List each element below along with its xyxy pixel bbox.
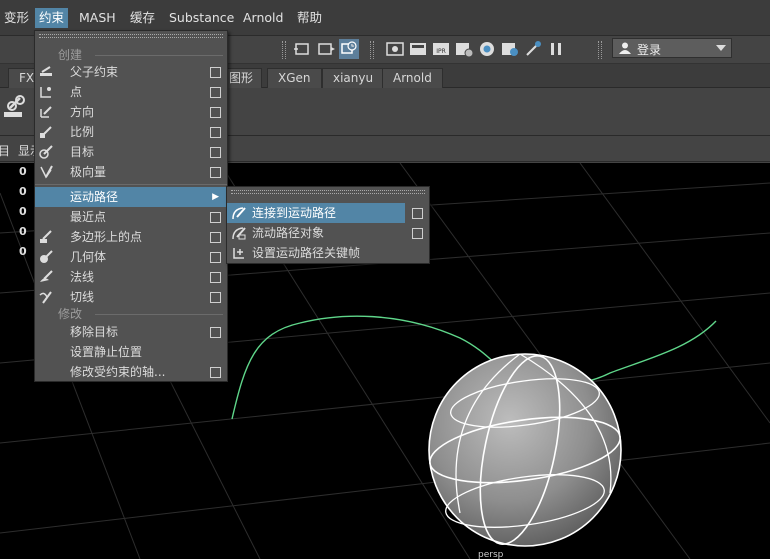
menu-item-attach-to-motion-path[interactable]: 连接到运动路径 — [227, 203, 405, 223]
normal-constraint-icon — [40, 270, 53, 282]
channel-value: 0 — [19, 225, 27, 238]
option-box[interactable] — [210, 127, 221, 138]
option-box[interactable] — [210, 252, 221, 263]
light-editor-icon[interactable] — [523, 39, 543, 59]
menu-item-aim-constraint[interactable]: 目标 — [35, 142, 227, 162]
menu-deform[interactable]: 变形 — [0, 8, 33, 28]
orient-constraint-icon — [40, 106, 52, 118]
option-box[interactable] — [210, 272, 221, 283]
menu-item-set-motion-path-key[interactable]: 设置运动路径关键帧 — [227, 243, 429, 263]
channel-value: 0 — [19, 245, 27, 258]
menu-constrain[interactable]: 约束 — [35, 8, 69, 28]
toolbar-separator — [282, 41, 286, 59]
menu-divider — [35, 184, 227, 185]
option-box[interactable] — [210, 167, 221, 178]
scale-constraint-icon — [40, 126, 52, 138]
constrain-menu: 创建 父子约束 点 方向 比例 目标 极向量 运动路径 ▶ 最近点 多边形上的点… — [34, 30, 228, 382]
menu-substance[interactable]: Substance — [165, 8, 238, 28]
geometry-constraint-icon — [40, 250, 53, 263]
menu-item-tangent-constraint[interactable]: 切线 — [35, 287, 227, 307]
motion-paths-submenu: 连接到运动路径 流动路径对象 设置运动路径关键帧 — [226, 186, 430, 264]
option-box[interactable] — [210, 327, 221, 338]
submenu-arrow-icon: ▶ — [212, 192, 219, 202]
option-box[interactable] — [210, 107, 221, 118]
menu-item-normal-constraint[interactable]: 法线 — [35, 267, 227, 287]
shelf-tab-xgen[interactable]: XGen — [267, 68, 322, 88]
menu-item-modify-constrained-axis[interactable]: 修改受约束的轴... — [35, 362, 227, 382]
option-box[interactable] — [210, 67, 221, 78]
login-dropdown[interactable]: 登录 — [612, 38, 732, 58]
pole-vector-icon — [40, 165, 53, 179]
menu-item-orient-constraint[interactable]: 方向 — [35, 102, 227, 122]
user-icon — [619, 42, 631, 54]
menu-arnold[interactable]: Arnold — [239, 8, 287, 28]
point-on-poly-icon — [40, 230, 52, 243]
menu-item-point-constraint[interactable]: 点 — [35, 82, 227, 102]
menu-item-pole-vector[interactable]: 极向量 — [35, 162, 227, 182]
menu-cache[interactable]: 缓存 — [126, 8, 159, 28]
option-box[interactable] — [210, 212, 221, 223]
pause-icon[interactable] — [546, 39, 566, 59]
menu-item-point-on-poly[interactable]: 多边形上的点 — [35, 227, 227, 247]
menu-item-geometry-constraint[interactable]: 几何体 — [35, 247, 227, 267]
menu-item-motion-paths[interactable]: 运动路径 ▶ — [35, 187, 227, 207]
option-box[interactable] — [210, 147, 221, 158]
render-view-icon[interactable] — [385, 39, 405, 59]
menu-item-parent-constraint[interactable]: 父子约束 — [35, 62, 227, 82]
svg-text:IPR: IPR — [436, 48, 446, 55]
chain-link-icon[interactable] — [4, 92, 28, 120]
menu-mash[interactable]: MASH — [75, 8, 120, 28]
menu-item-remove-target[interactable]: 移除目标 — [35, 322, 227, 342]
tear-off-handle[interactable] — [231, 190, 425, 194]
channel-value: 0 — [19, 185, 27, 198]
login-label: 登录 — [637, 43, 662, 57]
panel-menu-view[interactable]: 目 — [0, 142, 10, 159]
option-box[interactable] — [210, 87, 221, 98]
attach-to-motion-path-icon — [232, 207, 246, 220]
render-settings-icon[interactable] — [454, 39, 474, 59]
point-constraint-icon — [40, 87, 51, 98]
tear-off-handle[interactable] — [39, 34, 223, 38]
set-motion-path-key-icon — [233, 248, 244, 259]
toolbar-separator — [598, 41, 602, 59]
parent-constraint-icon — [40, 66, 52, 76]
snapshot-icon[interactable] — [316, 39, 336, 59]
menu-item-scale-constraint[interactable]: 比例 — [35, 122, 227, 142]
camera-label: persp — [478, 551, 504, 559]
ipr-render-icon[interactable]: IPR — [431, 39, 451, 59]
clock-render-icon[interactable] — [339, 39, 359, 59]
tangent-constraint-icon — [39, 291, 52, 304]
hypershade-icon[interactable] — [477, 39, 497, 59]
render-setup-icon[interactable] — [500, 39, 520, 59]
shelf-tab-xianyu[interactable]: xianyu — [322, 68, 385, 88]
section-divider — [95, 55, 223, 56]
channel-value: 0 — [19, 165, 27, 178]
option-box[interactable] — [210, 292, 221, 303]
menu-item-closest-point[interactable]: 最近点 — [35, 207, 227, 227]
channel-value: 0 — [19, 205, 27, 218]
shelf-tab-graphics[interactable]: 图形 — [226, 68, 263, 88]
render-region-icon[interactable] — [293, 39, 313, 59]
menu-item-flow-path-object[interactable]: 流动路径对象 — [227, 223, 429, 243]
shelf-tab-arnold[interactable]: Arnold — [382, 68, 443, 88]
menu-item-set-rest-position[interactable]: 设置静止位置 — [35, 342, 227, 362]
section-modify-label: 修改 — [58, 307, 83, 321]
aim-constraint-icon — [39, 145, 53, 159]
option-box[interactable] — [210, 232, 221, 243]
render-frame-icon[interactable] — [408, 39, 428, 59]
flow-path-object-icon — [232, 227, 246, 240]
toolbar-separator — [370, 41, 374, 59]
chevron-down-icon — [716, 45, 726, 51]
option-box[interactable] — [210, 367, 221, 378]
section-divider — [95, 314, 223, 315]
option-box[interactable] — [412, 228, 423, 239]
menu-help[interactable]: 帮助 — [293, 8, 326, 28]
option-box[interactable] — [412, 208, 423, 219]
